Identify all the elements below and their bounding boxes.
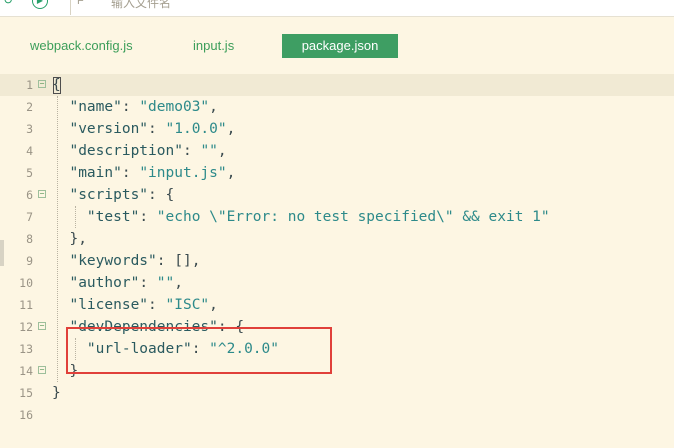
code-line[interactable]: 4 "description": "", [0,140,674,162]
annotation-highlight-box [66,327,332,374]
line-number: 14 [19,364,33,378]
code-text: "scripts": { [52,184,174,206]
code-token: , [217,143,227,159]
code-line[interactable]: 5 "main": "input.js", [0,162,674,184]
code-token: "description" [69,143,183,159]
code-line[interactable]: 11 "license": "ISC", [0,294,674,316]
code-token: "echo \"Error: no test specified\" && ex… [156,209,550,225]
code-line[interactable]: 6− "scripts": { [0,184,674,206]
line-number: 7 [26,210,33,224]
line-number: 5 [26,166,33,180]
code-token: "main" [69,165,122,181]
line-number: 3 [26,122,33,136]
line-number: 1 [26,78,33,92]
code-token: : [182,143,201,159]
editor-tabs: webpack.config.js input.js package.json [0,34,674,58]
code-token: , [226,121,236,137]
fold-toggle-icon[interactable]: − [38,322,46,330]
code-token: "" [200,143,218,159]
line-number: 4 [26,144,33,158]
code-text: "main": "input.js", [52,162,235,184]
code-token: : [121,99,140,115]
file-search-input[interactable]: 输入文件名 [111,0,171,11]
tab-input-js[interactable]: input.js [185,34,242,58]
code-token: : [121,165,140,181]
file-search[interactable]: F 输入文件名 [70,0,674,15]
line-number: 6 [26,188,33,202]
line-number: 12 [19,320,33,334]
code-line[interactable]: 9 "keywords": [], [0,250,674,272]
line-number: 9 [26,254,33,268]
top-toolbar: ↻ ▶ F 输入文件名 [0,0,674,17]
tab-webpack-config[interactable]: webpack.config.js [22,34,141,58]
fold-toggle-icon[interactable]: − [38,366,46,374]
code-token: : [139,275,157,291]
line-number: 2 [26,100,33,114]
code-token: : [139,209,157,225]
code-line[interactable]: 15} [0,382,674,404]
code-token: } [52,385,61,401]
code-token: : { [148,187,175,203]
code-line[interactable]: 2 "name": "demo03", [0,96,674,118]
code-line[interactable]: 16 [0,404,674,426]
fold-toggle-icon[interactable]: − [38,80,46,88]
line-number: 13 [19,342,33,356]
code-text: }, [52,228,87,250]
code-token: "demo03" [139,99,210,115]
code-token: , [209,297,218,313]
code-text: "test": "echo \"Error: no test specified… [52,206,550,228]
code-text: "description": "", [52,140,227,162]
code-token: "keywords" [69,253,157,269]
code-line[interactable]: 7 "test": "echo \"Error: no test specifi… [0,206,674,228]
code-line[interactable]: 3 "version": "1.0.0", [0,118,674,140]
code-token: "1.0.0" [165,121,227,137]
code-text: "keywords": [], [52,250,200,272]
code-token: "scripts" [69,187,149,203]
code-token: : [148,121,166,137]
code-text: } [52,382,61,404]
code-line[interactable]: 1−{ [0,74,674,96]
code-token: , [226,165,236,181]
code-text: "name": "demo03", [52,96,218,118]
code-text: "version": "1.0.0", [52,118,235,140]
code-text: "license": "ISC", [52,294,218,316]
bracket-match-cursor [53,77,61,94]
code-token: "" [156,275,175,291]
code-text: "author": "", [52,272,183,294]
code-token: }, [52,231,87,247]
code-token: : [], [156,253,201,269]
line-number: 16 [19,408,33,422]
code-line[interactable]: 10 "author": "", [0,272,674,294]
code-token: "version" [69,121,149,137]
line-number: 11 [19,298,33,312]
code-token: , [174,275,183,291]
fold-toggle-icon[interactable]: − [38,190,46,198]
run-icon[interactable]: ▶ [32,0,48,9]
code-token: , [209,99,218,115]
code-token: "author" [69,275,140,291]
line-number: 15 [19,386,33,400]
line-number: 8 [26,232,33,246]
code-line[interactable]: 8 }, [0,228,674,250]
tab-package-json[interactable]: package.json [282,34,398,58]
refresh-icon[interactable]: ↻ [1,0,15,7]
code-editor[interactable]: 1−{2 "name": "demo03", 3 "version": "1.0.… [0,74,674,448]
search-icon: F [77,0,84,7]
code-token: : [148,297,166,313]
code-token: "license" [69,297,149,313]
line-number: 10 [19,276,33,290]
code-token: "name" [69,99,122,115]
code-token: "input.js" [139,165,227,181]
code-token: "ISC" [165,297,210,313]
code-token: "test" [86,209,140,225]
